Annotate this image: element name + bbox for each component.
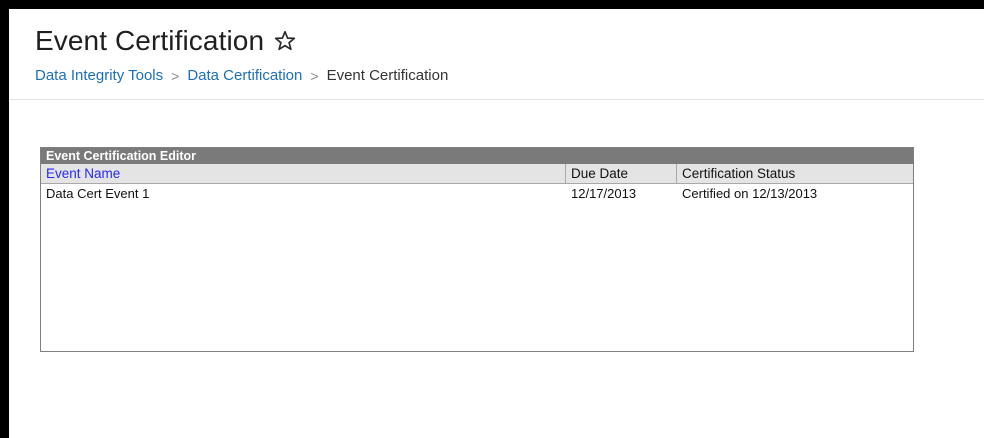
chevron-right-icon: > [310,67,319,84]
table-header: Event Name Due Date Certification Status [41,164,913,184]
breadcrumb-data-certification[interactable]: Data Certification [187,67,302,84]
page-title: Event Certification [35,25,265,56]
chevron-right-icon: > [171,67,180,84]
event-certification-editor: Event Certification Editor Event Name Du… [40,147,914,352]
title-row: Event Certification [35,25,297,57]
event-name-cell: Data Cert Event 1 [46,186,150,201]
breadcrumb: Data Integrity Tools > Data Certificatio… [35,67,448,84]
page-header: Event Certification Data Integrity Tools… [9,9,984,100]
column-header-event-name[interactable]: Event Name [41,164,565,183]
breadcrumb-data-integrity-tools[interactable]: Data Integrity Tools [35,67,163,84]
window-frame-left [0,0,9,438]
column-header-due-date: Due Date [565,164,676,183]
table-row[interactable]: Data Cert Event 1 12/17/2013 Certified o… [41,184,913,204]
column-header-certification-status: Certification Status [676,164,913,183]
editor-title: Event Certification Editor [41,148,913,164]
certification-status-cell: Certified on 12/13/2013 [682,186,818,201]
star-icon[interactable] [273,29,297,53]
due-date-cell: 12/17/2013 [571,186,637,201]
breadcrumb-event-certification: Event Certification [326,67,449,84]
window-frame-top [0,0,984,9]
